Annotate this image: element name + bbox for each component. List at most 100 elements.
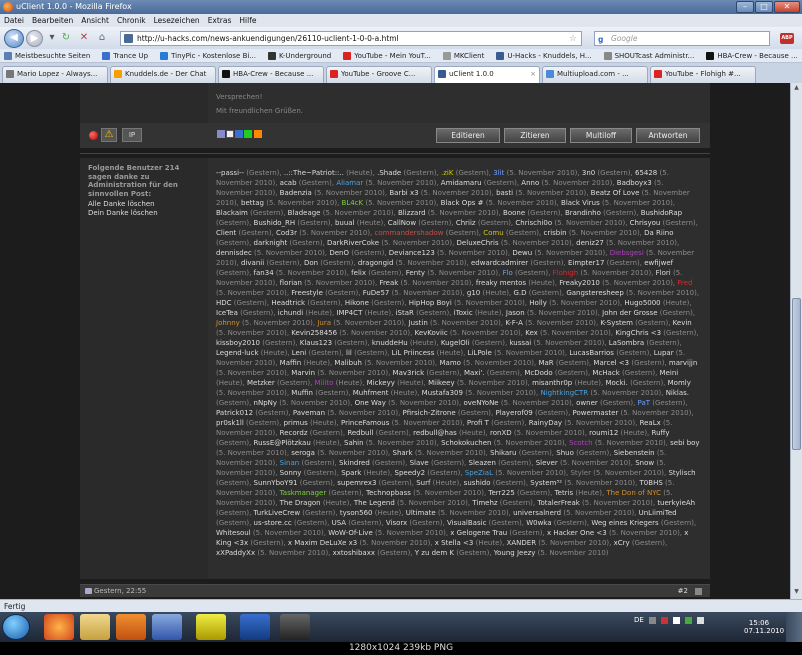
thanks-user-link[interactable]: Metzker [247, 379, 275, 387]
thanks-user-link[interactable]: Mustafa309 [422, 389, 463, 397]
browser-tab[interactable]: Mario Lopez - Always... [2, 66, 108, 83]
thanks-user-link[interactable]: Diebsgesi [610, 249, 644, 257]
thanks-user-link[interactable]: K-System [600, 319, 632, 327]
thanks-user-link[interactable]: Flori [656, 269, 671, 277]
browser-tab[interactable]: YouTube - Groove C... [326, 66, 432, 83]
thanks-user-link[interactable]: ReaLx [640, 419, 661, 427]
thanks-user-link[interactable]: Chriiz [456, 219, 476, 227]
thanks-user-link[interactable]: HDC [216, 299, 232, 307]
close-window-button[interactable]: ✕ [774, 1, 800, 13]
thanks-user-link[interactable]: Chrisyou [630, 219, 661, 227]
thanks-user-link[interactable]: tyson560 [340, 509, 373, 517]
thanks-user-link[interactable]: Don [304, 259, 318, 267]
thanks-user-link[interactable]: deniz27 [576, 239, 604, 247]
message-icon[interactable] [235, 130, 243, 138]
thanks-user-link[interactable]: LiL Priincess [392, 349, 435, 357]
thanks-user-link[interactable]: universalnerd [513, 509, 561, 517]
thanks-user-link[interactable]: Whitesoul [216, 529, 251, 537]
edit-button[interactable]: Editieren [436, 128, 500, 143]
thanks-user-link[interactable]: KingChris <3 [615, 329, 661, 337]
bookmark-item[interactable]: Meistbesuchte Seiten [4, 49, 90, 62]
search-input[interactable]: g Google [594, 31, 770, 46]
thanks-user-link[interactable]: Mav3rick [393, 369, 425, 377]
thanks-user-link[interactable]: System³² [530, 479, 562, 487]
thanks-user-link[interactable]: Dewu [512, 249, 532, 257]
thanks-user-link[interactable]: Malibuh [334, 359, 362, 367]
media-player-taskbar-icon[interactable] [116, 614, 146, 640]
thanks-user-link[interactable]: basti [496, 189, 513, 197]
thanks-user-link[interactable]: Maffin [280, 359, 302, 367]
thanks-user-link[interactable]: DarkRiverCoke [327, 239, 379, 247]
thanks-user-link[interactable]: x Maxim DeLuXe x3 [288, 539, 357, 547]
delete-all-thanks-link[interactable]: Alle Danke löschen [88, 200, 200, 209]
language-indicator[interactable]: DE [634, 616, 644, 624]
thanks-user-link[interactable]: x Hacker One <3 [547, 529, 607, 537]
thanks-user-link[interactable]: x Gelogene Trau [450, 529, 507, 537]
minimize-button[interactable]: – [736, 1, 754, 13]
thanks-user-link[interactable]: Profi T [467, 419, 489, 427]
thanks-user-link[interactable]: roumi12 [589, 429, 618, 437]
thanks-user-link[interactable]: ..::The~Patriot::.. [284, 169, 344, 177]
thanks-user-link[interactable]: Timehz [472, 499, 497, 507]
thanks-user-link[interactable]: xxtoshibaxx [333, 549, 375, 557]
scroll-down-arrow-icon[interactable]: ▼ [792, 588, 801, 598]
thanks-user-link[interactable]: Jura [317, 319, 331, 327]
post-quick-icon[interactable] [695, 588, 702, 595]
thanks-user-link[interactable]: Siebenstein [614, 449, 655, 457]
thanks-user-link[interactable]: XANDER [507, 539, 537, 547]
thanks-user-link[interactable]: KugelOli [441, 339, 470, 347]
thanks-user-link[interactable]: DenO [329, 249, 349, 257]
reply-button[interactable]: Antworten [636, 128, 700, 143]
url-bar[interactable]: http://u-hacks.com/news-ankuendigungen/2… [120, 31, 582, 46]
thanks-user-link[interactable]: Slave [410, 459, 429, 467]
forward-button[interactable]: ▶ [26, 30, 43, 47]
thanks-user-link[interactable]: HipHop Boyi [409, 299, 452, 307]
delete-my-thanks-link[interactable]: Dein Danke löschen [88, 209, 200, 218]
thanks-user-link[interactable]: IMP4CT [336, 309, 362, 317]
thanks-user-link[interactable]: florian [280, 279, 302, 287]
rss-icon[interactable] [254, 130, 262, 138]
thanks-user-link[interactable]: Schokokuchen [441, 439, 491, 447]
thanks-user-link[interactable]: Kevin258456 [291, 329, 337, 337]
thanks-user-link[interactable]: Taskmanager [280, 489, 327, 497]
scroll-up-arrow-icon[interactable]: ▲ [792, 84, 801, 94]
thanks-user-link[interactable]: owner [576, 399, 598, 407]
thanks-user-link[interactable]: Brandinho [565, 209, 601, 217]
thanks-user-link[interactable]: divanii [241, 259, 264, 267]
thanks-user-link[interactable]: Shark [393, 449, 413, 457]
thanks-user-link[interactable]: Skindred [339, 459, 370, 467]
thanks-user-link[interactable]: Freak [379, 279, 398, 287]
thanks-user-link[interactable]: UnLiimiTed [639, 509, 677, 517]
thanks-user-link[interactable]: T0BHS [640, 479, 663, 487]
thanks-user-link[interactable]: VisualBasic [447, 519, 486, 527]
thanks-user-link[interactable]: marvijjn [669, 359, 697, 367]
thanks-user-link[interactable]: Surf [416, 479, 430, 487]
network-icon[interactable] [685, 617, 692, 624]
thanks-user-link[interactable]: The Dragon [280, 499, 321, 507]
bookmark-item[interactable]: HBA-Crew - Because ... [706, 49, 797, 62]
stop-icon[interactable]: ✕ [78, 32, 90, 43]
thanks-user-link[interactable]: Deviance123 [389, 249, 435, 257]
thanks-user-link[interactable]: Tetris [555, 489, 574, 497]
thanks-user-link[interactable]: The Don of NYC [606, 489, 661, 497]
thanks-user-link[interactable]: bettag [241, 199, 264, 207]
menu-item[interactable]: Chronik [117, 14, 146, 27]
bookmark-item[interactable]: Trance Up [102, 49, 148, 62]
photoshop-taskbar-icon[interactable] [240, 614, 270, 640]
thanks-user-link[interactable]: iToxic [454, 309, 473, 317]
thanks-user-link[interactable]: Aliamar [336, 179, 363, 187]
thanks-user-link[interactable]: McDodo [524, 369, 552, 377]
thanks-user-link[interactable]: Boone [503, 209, 525, 217]
messenger-taskbar-icon[interactable] [152, 614, 182, 640]
thanks-user-link[interactable]: crisbin [543, 229, 566, 237]
thanks-user-link[interactable]: xXPaddyXx [216, 549, 255, 557]
thanks-user-link[interactable]: Beatz Of Love [591, 189, 640, 197]
multiquote-button[interactable]: Multiloff [570, 128, 632, 143]
thanks-user-link[interactable]: Client [216, 229, 236, 237]
thanks-user-link[interactable]: Styler [570, 469, 590, 477]
report-warning-icon[interactable]: ⚠ [101, 128, 117, 142]
clock[interactable]: 15:06 07.11.2010 [744, 619, 774, 635]
close-tab-icon[interactable]: × [530, 67, 536, 82]
thanks-user-link[interactable]: John der Grosse [602, 309, 657, 317]
thanks-user-link[interactable]: Sinan [280, 459, 300, 467]
